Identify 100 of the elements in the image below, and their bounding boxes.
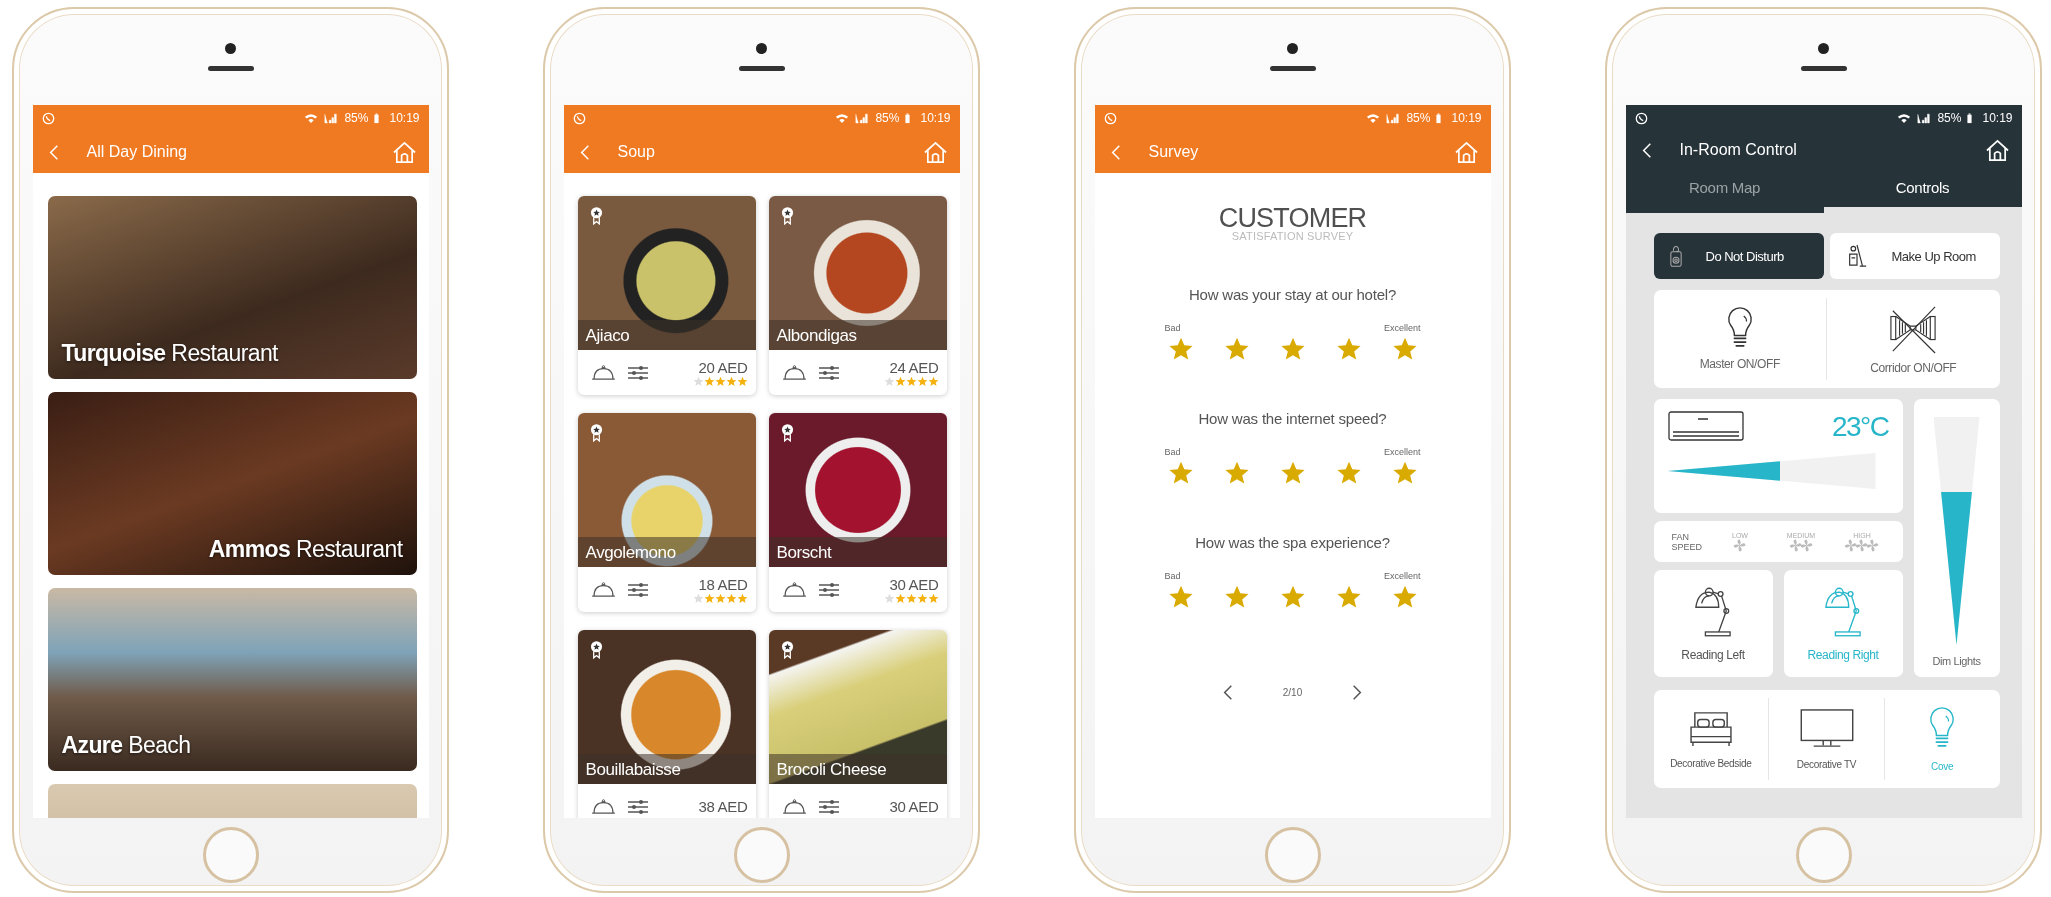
dish-card[interactable]: Ajiaco 20 AED [577, 196, 756, 395]
star-icon [883, 592, 895, 604]
earpiece [1269, 66, 1316, 71]
home-icon[interactable] [1984, 138, 2010, 162]
decor-light-tile[interactable]: Decorative Bedside [1653, 690, 1769, 788]
fan-icon [1844, 538, 1880, 552]
star-icon [894, 375, 906, 387]
award-icon [780, 206, 794, 225]
price: 18 AED [698, 575, 748, 593]
cloche-icon[interactable] [780, 798, 808, 815]
star-icon [927, 592, 939, 604]
desk-lamp-icon[interactable] [1694, 585, 1732, 638]
star-icon[interactable] [1335, 584, 1362, 610]
restaurant-name: Ammos Restaurant [208, 536, 403, 563]
screen-title: All Day Dining [86, 143, 188, 161]
light-label: Decorative Bedside [1670, 757, 1752, 769]
dish-name: Brocoli Cheese [776, 760, 887, 780]
survey-title: CUSTOMER [1218, 205, 1367, 231]
clock-time: 10:19 [920, 111, 951, 125]
battery-percent: 85% [1406, 111, 1431, 125]
dish-name: Ajiaco [585, 326, 630, 346]
front-camera [1287, 43, 1298, 54]
screen-title: Survey [1148, 143, 1200, 161]
earpiece [207, 66, 254, 71]
bed-icon[interactable] [1688, 709, 1733, 748]
screen-title: Soup [617, 143, 656, 161]
clock-time: 10:19 [389, 111, 420, 125]
battery-icon [374, 112, 380, 124]
dish-name: Albondigas [776, 326, 857, 346]
scale-label: Excellent [1383, 571, 1421, 581]
service-button[interactable]: Make Up Room [1829, 233, 2000, 279]
dish-card[interactable]: Avgolemono 18 AED [577, 413, 756, 612]
light-label: Reading Left [1681, 647, 1745, 662]
wifi-icon [1897, 112, 1912, 124]
star-icon[interactable] [1223, 584, 1250, 610]
back-icon[interactable] [1222, 684, 1233, 701]
dish-card[interactable]: Bouillabaisse 38 AED [577, 630, 756, 818]
tv-icon[interactable] [1799, 708, 1854, 749]
star-icon[interactable] [1391, 584, 1418, 610]
star-icon[interactable] [1167, 584, 1194, 610]
star-icon[interactable] [1167, 336, 1194, 362]
star-icon [692, 375, 704, 387]
star-icon[interactable] [1223, 460, 1250, 486]
star-icon[interactable] [1279, 584, 1306, 610]
star-icon[interactable] [1335, 460, 1362, 486]
star-icon [703, 592, 715, 604]
temperature-reading: 23°C [1831, 411, 1889, 443]
fan-speed-label: FAN SPEED [1671, 531, 1702, 552]
award-icon [589, 206, 603, 225]
forward-icon[interactable] [1352, 684, 1363, 701]
dish-card[interactable]: Albondigas 24 AED [768, 196, 947, 395]
star-icon [894, 592, 906, 604]
star-icon[interactable] [1391, 460, 1418, 486]
restaurant-card[interactable]: Azure Beach [47, 588, 417, 771]
scale-label: Excellent [1383, 447, 1421, 457]
sliders-icon[interactable] [817, 581, 840, 598]
tab[interactable]: Controls [1823, 169, 2022, 213]
star-icon [736, 592, 748, 604]
restaurant-card[interactable]: Ammos Restaurant [47, 392, 417, 575]
star-icon [905, 592, 917, 604]
fan-icon [1733, 538, 1747, 552]
sliders-icon[interactable] [626, 581, 649, 598]
dish-card[interactable]: Borscht 30 AED [768, 413, 947, 612]
tab[interactable]: Room Map [1625, 169, 1824, 213]
cloche-icon[interactable] [780, 581, 808, 598]
cloche-icon[interactable] [589, 798, 617, 815]
cloche-icon[interactable] [780, 364, 808, 381]
sliders-icon[interactable] [817, 364, 840, 381]
battery-percent: 85% [875, 111, 900, 125]
cloche-icon[interactable] [589, 581, 617, 598]
sliders-icon[interactable] [817, 798, 840, 815]
sliders-icon[interactable] [626, 798, 649, 815]
star-icon[interactable] [1335, 336, 1362, 362]
restaurant-card[interactable]: Turquoise Restaurant [47, 196, 417, 379]
decor-light-tile[interactable]: Decorative TV [1769, 690, 1884, 788]
star-icon[interactable] [1223, 336, 1250, 362]
sliders-icon[interactable] [626, 364, 649, 381]
star-icon[interactable] [1279, 460, 1306, 486]
question-text: How was the spa experience? [1195, 534, 1390, 551]
signal-icon [1386, 112, 1401, 124]
question-text: How was the internet speed? [1198, 410, 1387, 427]
star-icon [725, 375, 737, 387]
star-icon [905, 375, 917, 387]
chat-icon [1103, 111, 1117, 125]
chat-icon [41, 111, 55, 125]
service-button[interactable]: Do Not Disturb [1653, 233, 1824, 279]
award-icon [780, 640, 794, 659]
price: 30 AED [889, 798, 939, 815]
reading-light-tile[interactable]: Reading Left [1653, 570, 1773, 677]
signal-icon [324, 112, 339, 124]
front-camera [225, 43, 236, 54]
star-icon[interactable] [1167, 460, 1194, 486]
dish-card[interactable]: Brocoli Cheese 30 AED [768, 630, 947, 818]
page-indicator: 2/10 [1282, 687, 1303, 698]
star-icon[interactable] [1391, 336, 1418, 362]
cloche-icon[interactable] [589, 364, 617, 381]
award-icon [780, 423, 794, 442]
star-icon[interactable] [1279, 336, 1306, 362]
chat-icon [572, 111, 586, 125]
battery-percent: 85% [1937, 111, 1962, 125]
